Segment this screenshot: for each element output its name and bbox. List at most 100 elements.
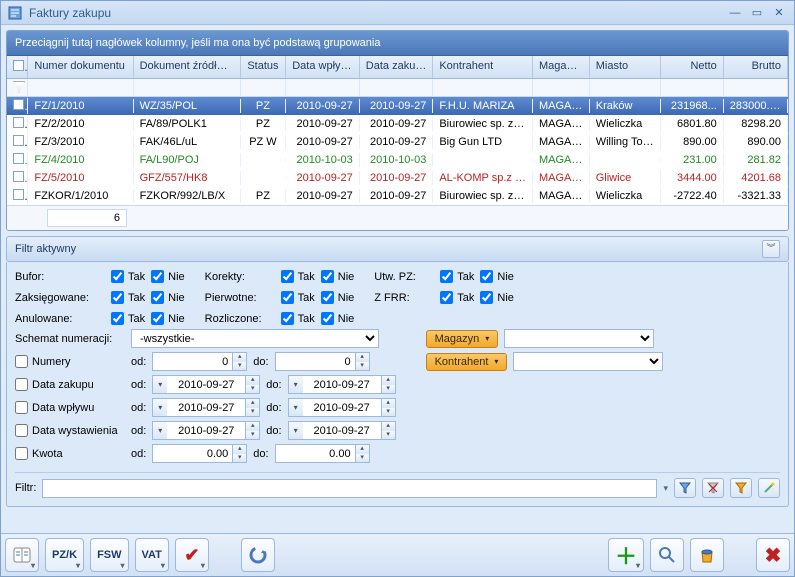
table-row[interactable]: FZ/1/2010WZ/35/POLPZ2010-09-272010-09-27… (7, 97, 788, 115)
datawpl-od[interactable] (167, 398, 245, 417)
spin-up[interactable]: ▴ (233, 353, 246, 362)
datazak-od[interactable] (167, 375, 245, 394)
lbl-anul: Anulowane: (15, 313, 105, 325)
content: Przeciągnij tutaj nagłówek kolumny, jeśl… (1, 25, 794, 533)
pierw-nie[interactable] (321, 291, 334, 304)
zaks-tak[interactable] (111, 291, 124, 304)
filter-clear-icon[interactable] (702, 478, 724, 498)
kontrahent-combo[interactable] (513, 352, 663, 371)
col-din[interactable]: Data wpływu (286, 56, 360, 78)
datazak-do[interactable] (303, 375, 381, 394)
data-rows: FZ/1/2010WZ/35/POLPZ2010-09-272010-09-27… (7, 97, 788, 205)
kontrahent-button[interactable]: Kontrahent▾ (426, 353, 508, 371)
rozl-tak[interactable] (281, 312, 294, 325)
col-checkbox[interactable] (7, 56, 28, 78)
col-status[interactable]: Status (241, 56, 287, 78)
book-button[interactable] (5, 538, 39, 572)
utwpz-tak[interactable] (440, 270, 453, 283)
fsw-button[interactable]: FSW (90, 538, 128, 572)
zaks-nie[interactable] (151, 291, 164, 304)
bottom-toolbar: PZ/K FSW VAT ✔ ＋ ✖ (1, 533, 794, 576)
magazyn-button[interactable]: Magazyn▾ (426, 330, 499, 348)
group-by-row[interactable]: Przeciągnij tutaj nagłówek kolumny, jeśl… (7, 31, 788, 56)
datazak-chk[interactable] (15, 378, 28, 391)
filter-title: Filtr aktywny (15, 243, 76, 255)
vat-button[interactable]: VAT (135, 538, 169, 572)
lbl-zfrr: Z FRR: (374, 292, 434, 304)
filter-panel-header[interactable]: Filtr aktywny ︾ (6, 236, 789, 262)
filter-input[interactable] (42, 479, 657, 498)
app-icon (7, 5, 23, 21)
lbl-bufor: Bufor: (15, 271, 105, 283)
minimize-button[interactable]: — (726, 6, 744, 20)
lbl-schemat: Schemat numeracji: (15, 333, 125, 345)
search-button[interactable] (650, 538, 684, 572)
lbl-pierw: Pierwotne: (205, 292, 275, 304)
table-row[interactable]: FZ/4/2010FA/L90/POJ2010-10-032010-10-03M… (7, 151, 788, 169)
column-headers: Numer dokumentu Dokument źródłowy Status… (7, 56, 788, 79)
bufor-tak[interactable] (111, 270, 124, 283)
filter-apply-icon[interactable] (674, 478, 696, 498)
utwpz-nie[interactable] (480, 270, 493, 283)
titlebar: Faktury zakupu — ▭ ✕ (1, 1, 794, 25)
lbl-utwpz: Utw. PZ: (374, 271, 434, 283)
close-toolbar-button[interactable]: ✖ (756, 538, 790, 572)
filter-wand-icon[interactable] (758, 478, 780, 498)
korekty-tak[interactable] (281, 270, 294, 283)
close-button[interactable]: ✕ (770, 6, 788, 20)
lbl-filtr: Filtr: (15, 482, 36, 494)
kwota-chk[interactable] (15, 447, 28, 460)
table-row[interactable]: FZ/2/2010FA/89/POLK1PZ2010-09-272010-09-… (7, 115, 788, 133)
numery-od[interactable] (152, 352, 232, 371)
lbl-rozl: Rozliczone: (205, 313, 275, 325)
schemat-combo[interactable]: -wszystkie- (131, 329, 379, 348)
datawys-od[interactable] (167, 421, 245, 440)
pierw-tak[interactable] (281, 291, 294, 304)
collapse-icon[interactable]: ︾ (762, 240, 780, 258)
col-dbuy[interactable]: Data zakupu (360, 56, 434, 78)
col-num[interactable]: Numer dokumentu (28, 56, 133, 78)
filter-edit-icon[interactable] (730, 478, 752, 498)
col-netto[interactable]: Netto (661, 56, 723, 78)
data-grid: Przeciągnij tutaj nagłówek kolumny, jeśl… (6, 30, 789, 231)
datawpl-do[interactable] (303, 398, 381, 417)
anul-tak[interactable] (111, 312, 124, 325)
filter-expression-row: Filtr: ▾ (15, 472, 780, 498)
lbl-zaks: Zaksięgowane: (15, 292, 105, 304)
datawys-do[interactable] (303, 421, 381, 440)
datawpl-chk[interactable] (15, 401, 28, 414)
kwota-od[interactable] (152, 444, 232, 463)
col-mag[interactable]: Magazyn (533, 56, 590, 78)
grid-filter-row[interactable] (7, 79, 788, 97)
col-brutto[interactable]: Brutto (724, 56, 788, 78)
magazyn-combo[interactable] (504, 329, 654, 348)
pzk-button[interactable]: PZ/K (45, 538, 84, 572)
row-count: 6 (47, 209, 127, 227)
datawys-chk[interactable] (15, 424, 28, 437)
anul-nie[interactable] (151, 312, 164, 325)
col-src[interactable]: Dokument źródłowy (134, 56, 241, 78)
rozl-nie[interactable] (321, 312, 334, 325)
lbl-korekty: Korekty: (205, 271, 275, 283)
window: Faktury zakupu — ▭ ✕ Przeciągnij tutaj n… (0, 0, 795, 577)
filter-dropdown-icon[interactable]: ▾ (663, 483, 668, 494)
col-kon[interactable]: Kontrahent (433, 56, 533, 78)
bucket-button[interactable] (690, 538, 724, 572)
col-city[interactable]: Miasto (590, 56, 662, 78)
spin-down[interactable]: ▾ (233, 362, 246, 371)
zfrr-tak[interactable] (440, 291, 453, 304)
add-button[interactable]: ＋ (608, 538, 644, 572)
numery-chk[interactable] (15, 355, 28, 368)
table-row[interactable]: FZKOR/1/2010FZKOR/992/LB/XPZ2010-09-2720… (7, 187, 788, 205)
maximize-button[interactable]: ▭ (748, 6, 766, 20)
table-row[interactable]: FZ/5/2010GFZ/557/HK82010-09-272010-09-27… (7, 169, 788, 187)
check-button[interactable]: ✔ (175, 538, 209, 572)
table-row[interactable]: FZ/3/2010FAK/46L/uLPZ W2010-09-272010-09… (7, 133, 788, 151)
numery-do[interactable] (275, 352, 355, 371)
bufor-nie[interactable] (151, 270, 164, 283)
filter-body: Bufor: Tak Nie Zaksięgowane: Tak Nie Anu… (6, 262, 789, 507)
refresh-button[interactable] (241, 538, 275, 572)
korekty-nie[interactable] (321, 270, 334, 283)
zfrr-nie[interactable] (480, 291, 493, 304)
kwota-do[interactable] (275, 444, 355, 463)
